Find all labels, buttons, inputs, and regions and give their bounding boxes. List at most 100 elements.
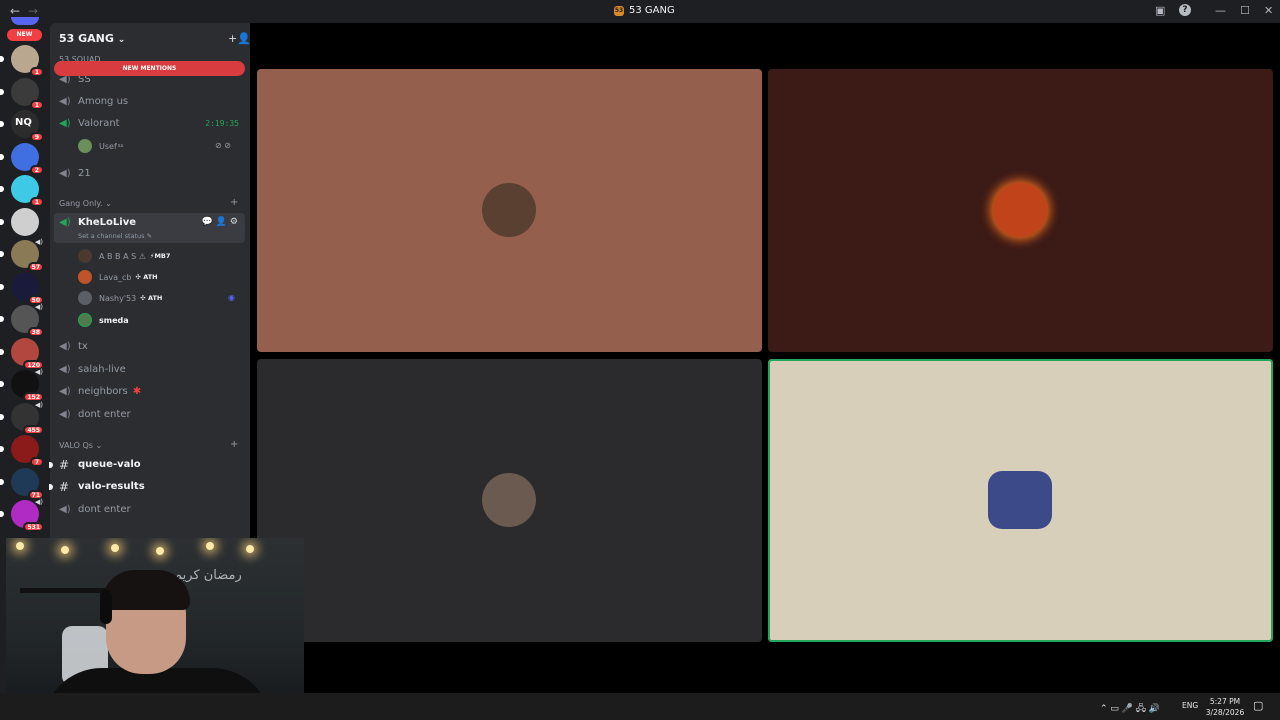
participant-tile[interactable] — [257, 69, 762, 352]
notification-icon[interactable]: ▢ — [1253, 699, 1263, 712]
server-icon[interactable]: 38 ◀) — [0, 303, 44, 337]
channel-salah-live[interactable]: ◀) salah-live — [54, 360, 245, 379]
wall-sign: رمضان كريم — [174, 568, 242, 583]
unread-pill — [0, 88, 4, 95]
new-pill[interactable]: NEW — [7, 29, 42, 41]
mention-badge: 9 — [30, 132, 44, 142]
speaker-icon: ◀) — [59, 364, 71, 375]
speaker-icon: ◀) — [59, 168, 71, 179]
user-name: Usef — [99, 141, 117, 151]
channel-label: neighbors — [78, 386, 128, 397]
inbox-icon[interactable]: ▣ — [1155, 4, 1165, 17]
user-name: smeda — [99, 315, 129, 325]
avatar — [78, 249, 92, 263]
server-icon[interactable]: NQ 9 — [0, 110, 44, 142]
muted-deafened-icon: ⊘ ⊘ — [215, 141, 231, 150]
invite-people-icon[interactable]: +👤 — [228, 32, 251, 45]
user-name: Nashy'53 — [99, 293, 137, 303]
participant-tile-speaking[interactable] — [768, 359, 1273, 642]
help-icon[interactable]: ? — [1179, 4, 1191, 16]
mention-badge: 57 — [27, 262, 44, 272]
category-valo-qs[interactable]: VALO Qs ⌄ — [59, 441, 102, 450]
language-indicator[interactable]: ENG — [1182, 701, 1198, 710]
voice-user-abbas[interactable]: A B B A S ⚠ ⚡MB7 — [78, 247, 170, 265]
channel-valorant[interactable]: ◀) Valorant 2:19:35 — [54, 114, 245, 133]
discord-app: ← → 53 53 GANG ▣ ? — ☐ ✕ NEW 1 1 NQ 9 2 1 57 ◀)… — [0, 0, 1280, 720]
avatar — [78, 270, 92, 284]
new-mentions-bar[interactable]: NEW MENTIONS — [54, 61, 245, 76]
server-icon[interactable]: 120 — [0, 337, 44, 370]
server-initials: NQ — [15, 117, 32, 128]
participant-avatar — [482, 183, 536, 237]
participant-tile[interactable] — [768, 69, 1273, 352]
user-tag: ꜱᴀ — [117, 143, 124, 149]
maximize-button[interactable]: ☐ — [1240, 4, 1250, 17]
server-icon[interactable]: 1 — [0, 175, 44, 207]
server-icon[interactable]: 57 ◀) — [0, 238, 44, 272]
channel-dont-enter-2[interactable]: ◀) dont enter — [54, 500, 245, 519]
channel-label: dont enter — [78, 504, 131, 515]
add-channel-icon[interactable]: + — [230, 197, 238, 208]
server-rail: NEW 1 1 NQ 9 2 1 57 ◀) 50 38 ◀) 120 152 ◀) 455 ◀) 7 71 531… — [0, 17, 50, 543]
forward-arrow-icon[interactable]: → — [28, 4, 38, 18]
participant-tile[interactable] — [257, 359, 762, 642]
channel-label: Valorant — [78, 118, 120, 129]
unread-pill — [0, 413, 4, 420]
voice-active-icon: ◀) — [34, 368, 43, 376]
server-icon[interactable]: 531 ◀) — [0, 498, 44, 532]
mention-badge: 531 — [23, 522, 44, 532]
unread-pill — [0, 446, 4, 452]
channel-valo-results[interactable]: # valo-results — [49, 477, 245, 496]
streamer-hair — [102, 570, 190, 610]
channel-21[interactable]: ◀) 21 — [54, 164, 245, 183]
server-icon[interactable]: 152 ◀) — [0, 368, 44, 402]
category-gang-only[interactable]: Gang Only. ⌄ — [59, 199, 112, 208]
back-arrow-icon[interactable]: ← — [10, 4, 20, 18]
window-title: 53 53 GANG — [614, 5, 675, 16]
discord-home-icon[interactable] — [11, 17, 39, 25]
voice-user-nashy[interactable]: Nashy'53 ✣ ATH — [78, 289, 162, 307]
voice-user-smeda[interactable]: smeda — [78, 311, 129, 329]
hash-icon: # — [59, 457, 70, 472]
participant-avatar — [993, 183, 1047, 237]
server-icon: 53 — [614, 5, 624, 16]
channel-status[interactable]: Set a channel status ✎ — [78, 232, 152, 240]
guild-header[interactable]: 53 GANG ⌄ — [59, 32, 125, 45]
server-icon[interactable]: 1 — [0, 45, 44, 77]
avatar — [78, 313, 92, 327]
hash-icon: # — [59, 479, 70, 494]
speaker-icon: ◀) — [59, 96, 71, 107]
user-tag: ✣ ATH — [140, 294, 163, 302]
server-icon[interactable]: 2 — [0, 142, 44, 175]
channel-neighbors[interactable]: ◀) neighbors ✱ — [54, 382, 245, 401]
voice-user-usef[interactable]: Usef ꜱᴀ — [78, 137, 123, 155]
server-icon[interactable]: 455 ◀) — [0, 401, 44, 435]
channel-label: Among us — [78, 96, 129, 107]
minimize-button[interactable]: — — [1215, 4, 1226, 17]
close-button[interactable]: ✕ — [1264, 4, 1273, 17]
add-channel-icon[interactable]: + — [230, 439, 238, 450]
server-icon[interactable]: 1 — [0, 77, 44, 110]
channel-khelolive[interactable]: ◀) KheLoLive 💬👤⚙ Set a channel status ✎ — [54, 213, 245, 243]
speaker-icon: ◀) — [59, 409, 71, 420]
unread-indicator — [49, 461, 53, 468]
taskbar-clock[interactable]: 5:27 PM 3/28/2026 — [1203, 696, 1247, 718]
server-icon[interactable]: 50 — [0, 272, 44, 305]
voice-timer: 2:19:35 — [205, 119, 239, 128]
channel-queue-valo[interactable]: # queue-valo — [49, 455, 245, 474]
channel-dont-enter[interactable]: ◀) dont enter — [54, 405, 245, 424]
mention-badge: 7 — [30, 457, 44, 467]
channel-tools-icons[interactable]: 💬👤⚙ — [202, 217, 241, 227]
headset-icon — [100, 590, 112, 624]
channel-tx[interactable]: ◀) tx — [54, 337, 245, 356]
server-icon[interactable]: 71 — [0, 467, 44, 500]
clock-date: 3/28/2026 — [1205, 708, 1245, 717]
voice-user-lava[interactable]: Lava_cb ✣ ATH — [78, 268, 158, 286]
server-icon[interactable]: 7 — [0, 435, 44, 467]
system-tray-icons[interactable]: ⌃ ▭ 🎤 🖧 🔊 — [1100, 701, 1160, 717]
voice-stage — [250, 23, 1280, 693]
speaker-icon: ◀) — [59, 504, 71, 515]
channel-among-us[interactable]: ◀) Among us — [54, 92, 245, 111]
channel-label: 21 — [78, 168, 91, 179]
server-icon[interactable] — [0, 207, 39, 236]
